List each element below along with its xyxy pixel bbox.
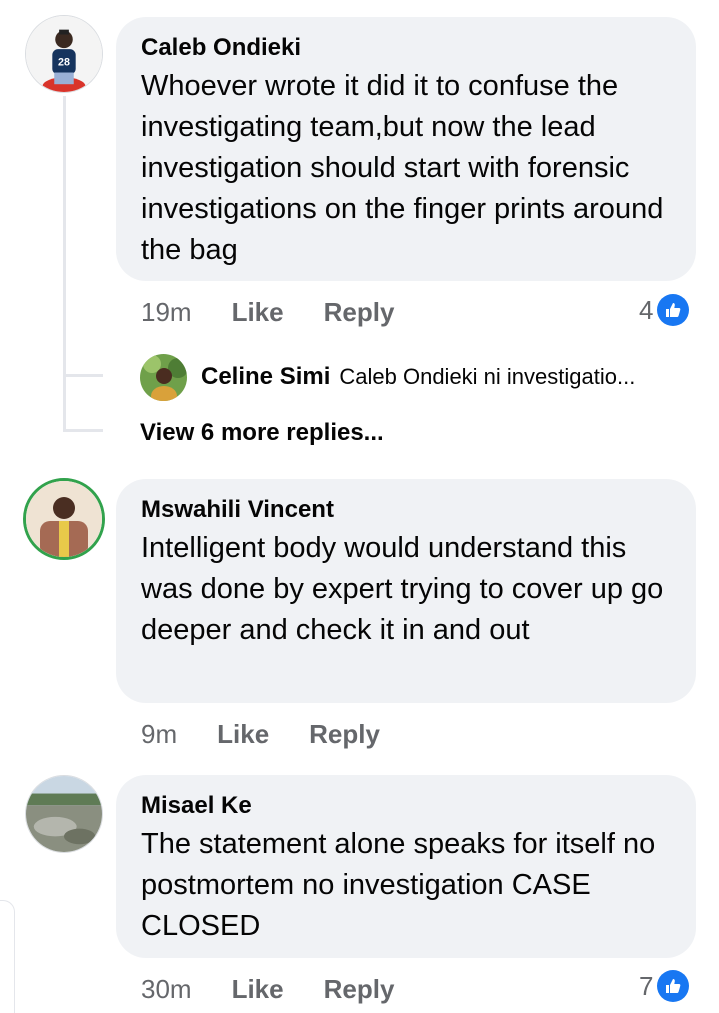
thread-line bbox=[63, 96, 66, 432]
avatar[interactable] bbox=[140, 353, 187, 401]
comment-actions: 19m Like Reply bbox=[141, 295, 394, 329]
reply-author[interactable]: Celine Simi bbox=[201, 363, 330, 391]
thumbs-up-icon bbox=[657, 294, 690, 326]
comment-bubble: Misael Ke The statement alone speaks for… bbox=[116, 775, 696, 958]
reply-button[interactable]: Reply bbox=[324, 974, 395, 1005]
reply-text: Caleb Ondieki ni investigatio... bbox=[339, 364, 636, 389]
thread-connector bbox=[63, 429, 103, 432]
comment-author[interactable]: Mswahili Vincent bbox=[141, 495, 672, 525]
comment-text: The statement alone speaks for itself no… bbox=[141, 828, 656, 942]
comment-bubble: Mswahili Vincent Intelligent body would … bbox=[116, 479, 696, 703]
reply-preview[interactable]: Celine Simi Caleb Ondieki ni investigati… bbox=[140, 353, 635, 401]
thumbs-up-icon bbox=[657, 970, 690, 1002]
comment-timestamp[interactable]: 19m bbox=[141, 297, 192, 328]
like-button[interactable]: Like bbox=[232, 297, 284, 328]
reaction-summary[interactable]: 4 bbox=[639, 293, 690, 327]
avatar[interactable] bbox=[23, 478, 105, 560]
reaction-summary[interactable]: 7 bbox=[639, 969, 690, 1003]
view-more-replies-link[interactable]: View 6 more replies... bbox=[140, 419, 384, 447]
comment-timestamp[interactable]: 30m bbox=[141, 974, 192, 1005]
like-button[interactable]: Like bbox=[232, 974, 284, 1005]
reply-button[interactable]: Reply bbox=[324, 297, 395, 328]
avatar[interactable] bbox=[25, 775, 103, 853]
comment-author[interactable]: Caleb Ondieki bbox=[141, 33, 672, 63]
comment-timestamp[interactable]: 9m bbox=[141, 719, 177, 750]
comment-author[interactable]: Misael Ke bbox=[141, 791, 672, 821]
reaction-count: 7 bbox=[639, 970, 654, 1001]
comment-text: Whoever wrote it did it to confuse the i… bbox=[141, 70, 664, 266]
comment-text: Intelligent body would understand this w… bbox=[141, 532, 664, 646]
thread-connector bbox=[63, 374, 103, 377]
jersey-number: 28 bbox=[58, 57, 70, 69]
partial-card-edge bbox=[0, 900, 15, 1013]
reply-button[interactable]: Reply bbox=[309, 719, 380, 750]
like-button[interactable]: Like bbox=[217, 719, 269, 750]
comment-actions: 9m Like Reply bbox=[141, 717, 380, 751]
avatar[interactable]: 28 bbox=[25, 15, 103, 93]
reaction-count: 4 bbox=[639, 294, 654, 325]
comment-bubble: Caleb Ondieki Whoever wrote it did it to… bbox=[116, 17, 696, 281]
comment-actions: 30m Like Reply bbox=[141, 972, 394, 1006]
